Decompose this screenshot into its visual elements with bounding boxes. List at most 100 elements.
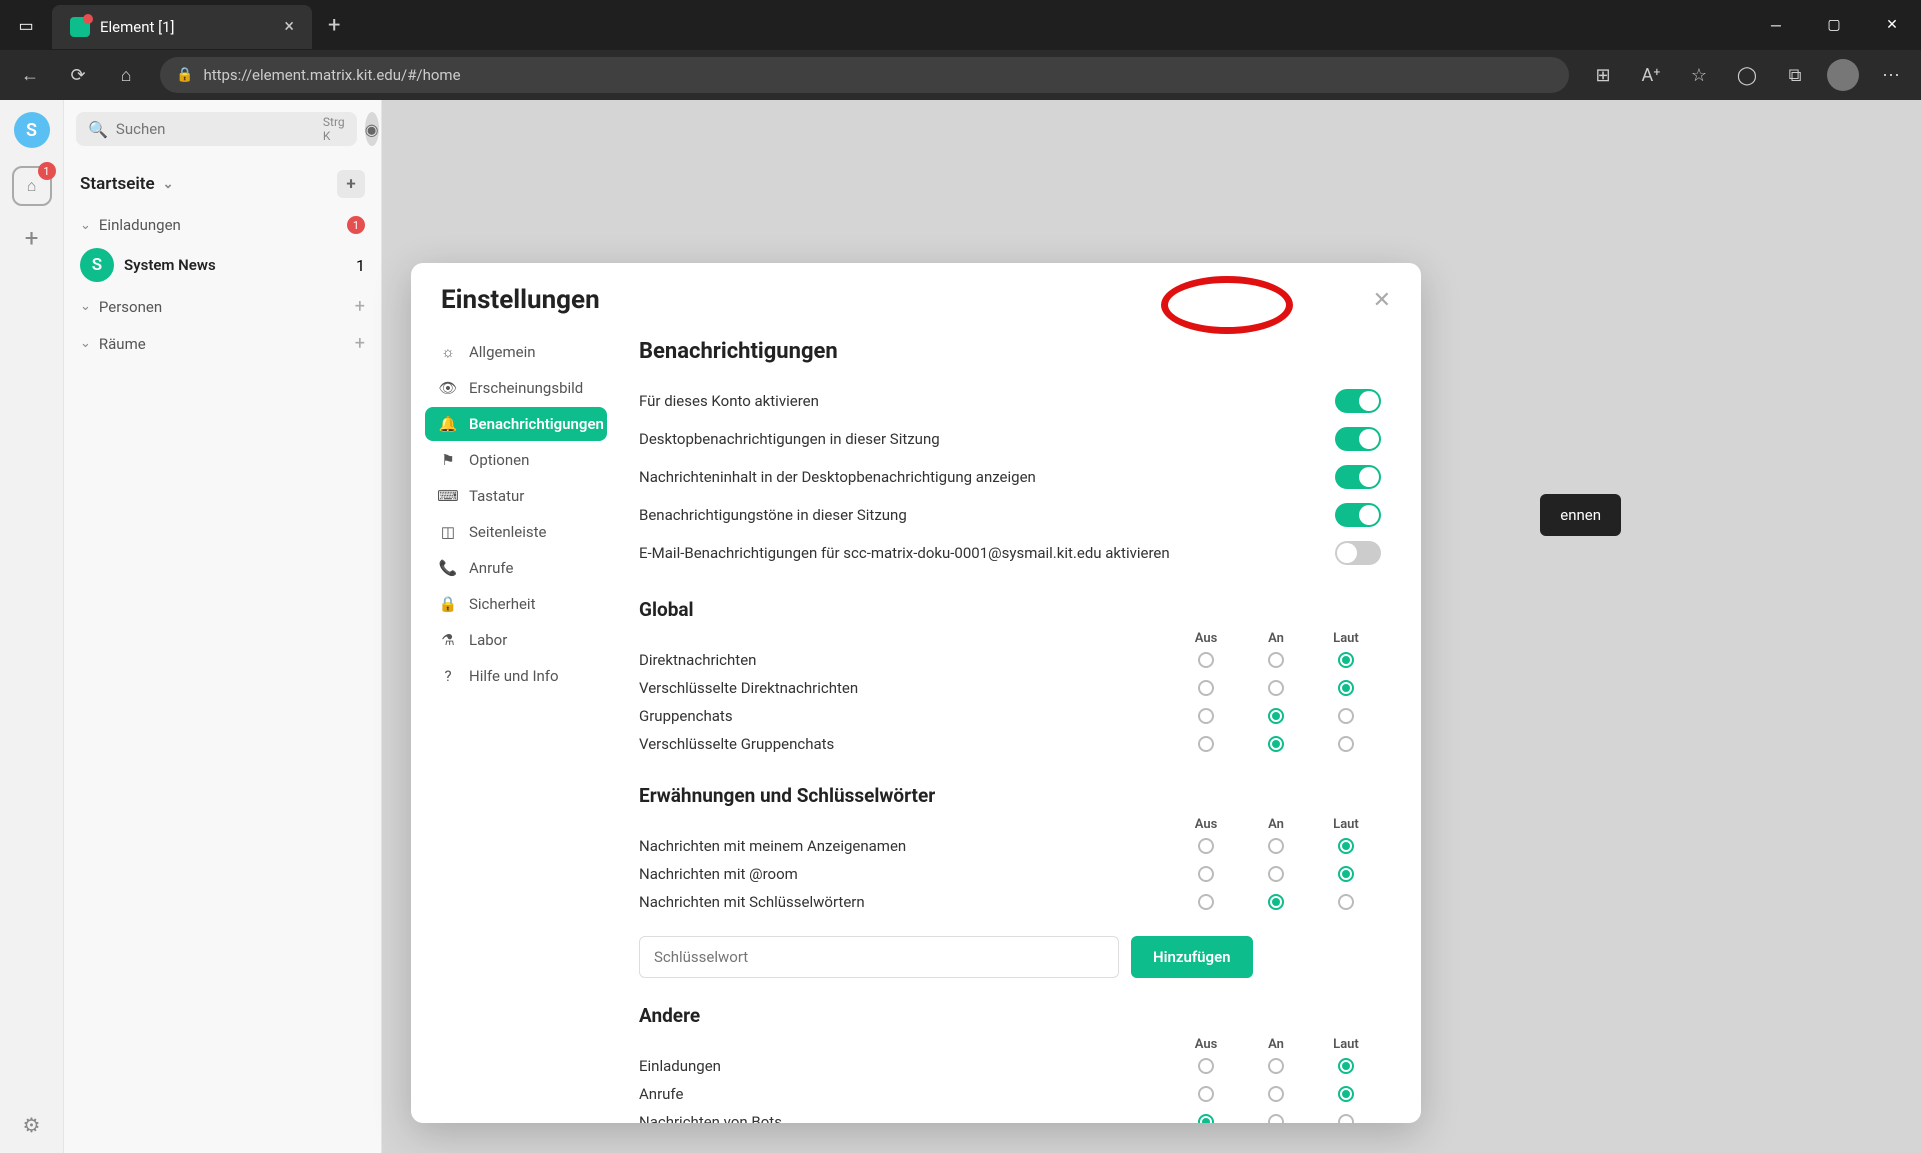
add-room-button-small[interactable]: + [355,333,365,354]
radio-kw-off[interactable] [1198,894,1214,910]
nav-appearance[interactable]: 👁Erscheinungsbild [425,371,607,405]
maximize-button[interactable]: ▢ [1805,0,1863,50]
radio-dname-on[interactable] [1268,838,1284,854]
radio-enc-dm-loud[interactable] [1338,680,1354,696]
left-rail: S ⌂ 1 + ⚙ [0,100,64,1153]
radio-kw-on[interactable] [1268,894,1284,910]
new-tab-button[interactable]: + [312,13,356,38]
nav-general[interactable]: ☼Allgemein [425,335,607,369]
tab-close-icon[interactable]: × [284,16,294,37]
radio-inv-off[interactable] [1198,1058,1214,1074]
chevron-down-icon: ⌄ [80,299,91,314]
tab-title: Element [1] [100,18,274,36]
radio-enc-group-on[interactable] [1268,736,1284,752]
flask-icon: ⚗ [439,631,457,649]
room-item-system-news[interactable]: S System News 1 [76,242,369,288]
url-bar[interactable]: 🔒 https://element.matrix.kit.edu/#/home [160,57,1569,93]
profile-avatar-button[interactable] [1827,59,1859,91]
settings-gear-icon[interactable]: ⚙ [23,1113,41,1137]
copilot-icon[interactable]: ◯ [1725,53,1769,97]
col-on: An [1241,631,1311,646]
invitations-header[interactable]: ⌄ Einladungen 1 [76,208,369,242]
radio-bots-off[interactable] [1198,1114,1214,1123]
search-box[interactable]: 🔍 Strg K [76,112,357,146]
row-invitations: Einladungen [639,1057,1171,1075]
nav-calls[interactable]: 📞Anrufe [425,551,607,585]
radio-group-on[interactable] [1268,708,1284,724]
radio-group-off[interactable] [1198,708,1214,724]
lock-icon: 🔒 [176,67,193,83]
row-group: Gruppenchats [639,707,1171,725]
settings-content: Benachrichtigungen Für dieses Konto akti… [621,327,1421,1123]
close-icon[interactable]: ✕ [1373,288,1391,313]
search-input[interactable] [116,120,315,138]
nav-notifications[interactable]: 🔔Benachrichtigungen [425,407,607,441]
toggle-label-show-content: Nachrichteninhalt in der Desktopbenachri… [639,468,1335,486]
radio-room-off[interactable] [1198,866,1214,882]
nav-keyboard[interactable]: ⌨Tastatur [425,479,607,513]
rooms-header[interactable]: ⌄ Räume + [76,325,369,362]
radio-dname-off[interactable] [1198,838,1214,854]
add-space-button[interactable]: + [25,224,39,252]
keyword-input[interactable] [639,936,1119,978]
text-size-icon[interactable]: A⁺ [1629,53,1673,97]
browser-tab[interactable]: Element [1] × [52,5,312,49]
radio-group-loud[interactable] [1338,708,1354,724]
toggle-show-content[interactable] [1335,465,1381,489]
toggle-label-desktop-session: Desktopbenachrichtigungen in dieser Sitz… [639,430,1335,448]
radio-bots-on[interactable] [1268,1114,1284,1123]
radio-calls-off[interactable] [1198,1086,1214,1102]
radio-calls-on[interactable] [1268,1086,1284,1102]
lock-icon: 🔒 [439,595,457,613]
nav-security[interactable]: 🔒Sicherheit [425,587,607,621]
toggle-desktop-session[interactable] [1335,427,1381,451]
kbd-shortcut-hint: Strg K [323,115,345,143]
home-button[interactable]: ⌂ [104,53,148,97]
radio-enc-dm-on[interactable] [1268,680,1284,696]
user-avatar[interactable]: S [14,112,50,148]
extensions-icon[interactable]: ⊞ [1581,53,1625,97]
nav-sidebar[interactable]: ◫Seitenleiste [425,515,607,549]
radio-inv-loud[interactable] [1338,1058,1354,1074]
search-icon: 🔍 [88,120,108,139]
background-button-partial[interactable]: ennen [1540,494,1621,536]
favorites-icon[interactable]: ☆ [1677,53,1721,97]
radio-enc-group-off[interactable] [1198,736,1214,752]
group-title-other: Andere [639,1004,1381,1027]
tab-sidebar-icon[interactable]: ▭ [0,0,52,50]
radio-calls-loud[interactable] [1338,1086,1354,1102]
back-button[interactable]: ← [8,53,52,97]
row-enc-dm: Verschlüsselte Direktnachrichten [639,679,1171,697]
nav-options[interactable]: ⚑Optionen [425,443,607,477]
radio-enc-dm-off[interactable] [1198,680,1214,696]
radio-dname-loud[interactable] [1338,838,1354,854]
more-icon[interactable]: ⋯ [1869,53,1913,97]
people-header[interactable]: ⌄ Personen + [76,288,369,325]
add-person-button[interactable]: + [355,296,365,317]
toggle-email[interactable] [1335,541,1381,565]
explore-button[interactable]: ◉ [365,112,379,146]
radio-room-on[interactable] [1268,866,1284,882]
refresh-button[interactable]: ⟳ [56,53,100,97]
radio-bots-loud[interactable] [1338,1114,1354,1123]
radio-dm-on[interactable] [1268,652,1284,668]
window-close-button[interactable]: ✕ [1863,0,1921,50]
room-avatar: S [80,248,114,282]
nav-help[interactable]: ?Hilfe und Info [425,659,607,693]
room-badge: 1 [356,256,365,275]
radio-room-loud[interactable] [1338,866,1354,882]
radio-kw-loud[interactable] [1338,894,1354,910]
radio-inv-on[interactable] [1268,1058,1284,1074]
collections-icon[interactable]: ⧉ [1773,53,1817,97]
minimize-button[interactable]: ─ [1747,0,1805,50]
toggle-enable-account[interactable] [1335,389,1381,413]
radio-dm-off[interactable] [1198,652,1214,668]
home-space-button[interactable]: ⌂ 1 [12,166,52,206]
add-keyword-button[interactable]: Hinzufügen [1131,936,1253,978]
add-room-button[interactable]: + [337,170,365,198]
radio-enc-group-loud[interactable] [1338,736,1354,752]
nav-labs[interactable]: ⚗Labor [425,623,607,657]
radio-dm-loud[interactable] [1338,652,1354,668]
toggle-sounds[interactable] [1335,503,1381,527]
section-header-home[interactable]: Startseite ⌄ + [76,160,369,208]
